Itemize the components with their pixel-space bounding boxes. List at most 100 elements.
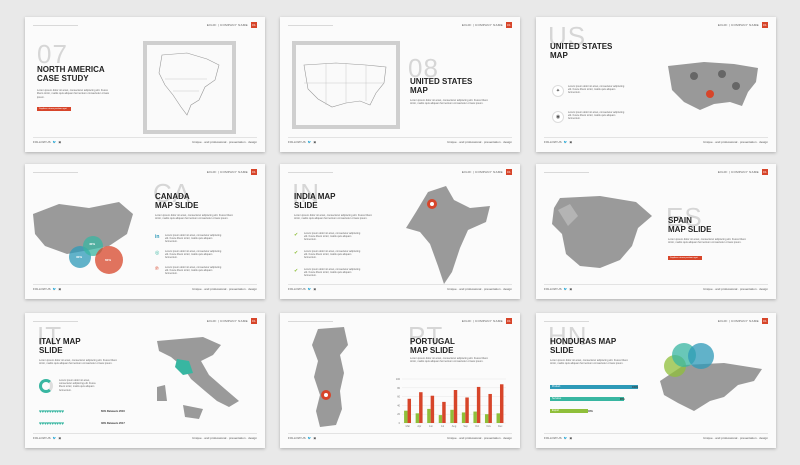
- title-line2: SLIDE: [294, 201, 318, 210]
- slide-header: EIGOI | COMPANY NAME 01: [207, 318, 257, 324]
- slide-footer: FOLLOW US 🐦 ▣ Unique · and professional · p…: [544, 433, 768, 440]
- body-text: Lorem ipsum dolor sit amet, consectetur …: [39, 359, 117, 366]
- slide-canada[interactable]: EIGOI | COMPANY NAME 01 30% 40% 60% CA CA…: [25, 164, 265, 299]
- company-name: EIGOI | COMPANY NAME: [206, 319, 248, 323]
- twitter-icon[interactable]: 🐦: [308, 287, 312, 291]
- company-name: EIGOI | COMPANY NAME: [461, 319, 503, 323]
- title-line2: CASE STUDY: [37, 74, 89, 83]
- twitter-icon[interactable]: 🐦: [308, 436, 312, 440]
- cta-button[interactable]: Dapibus rutrum pretium eget: [668, 256, 702, 260]
- point-text-2: Lorem ipsum dolor sit amet, consectetur …: [165, 250, 222, 260]
- us-outline-map: [292, 41, 400, 129]
- bar-series-1: [442, 401, 446, 423]
- slide-title: CANADA MAP SLIDE: [155, 192, 198, 210]
- slide-spain[interactable]: EIGOI | COMPANY NAME 01 ES SPAIN MAP SLIDE…: [536, 164, 776, 299]
- linkedin-icon[interactable]: ▣: [313, 287, 316, 291]
- north-america-map: [143, 41, 236, 134]
- twitter-icon[interactable]: 🐦: [53, 436, 57, 440]
- footer-tagline: Unique · and professional · presentation…: [192, 436, 257, 440]
- bar-export-value: 40%: [588, 409, 593, 413]
- twitter-icon[interactable]: 🐦: [308, 140, 312, 144]
- linkedin-icon: in: [155, 234, 160, 240]
- title-line2: MAP: [410, 86, 428, 95]
- linkedin-icon[interactable]: ▣: [58, 436, 61, 440]
- linkedin-icon[interactable]: ▣: [313, 140, 316, 144]
- title-line1: ITALY MAP: [39, 337, 81, 346]
- follow-label: FOLLOW US: [544, 287, 562, 291]
- slide-honduras[interactable]: EIGOI | COMPANY NAME 01 HN HONDURAS MAP SL…: [536, 313, 776, 448]
- follow-label: FOLLOW US: [33, 140, 51, 144]
- twitter-icon: ✦: [552, 85, 564, 97]
- footer-tagline: Unique · and professional · presentation…: [703, 140, 768, 144]
- slide-header: EIGOI | COMPANY NAME 01: [718, 169, 768, 175]
- slide-number-badge: 01: [251, 22, 257, 28]
- title-line1: UNITED STATES: [410, 77, 473, 86]
- title-line1: HONDURAS MAP: [550, 337, 617, 346]
- slide-title: HONDURAS MAP SLIDE: [550, 337, 616, 355]
- top-rule: [544, 172, 589, 173]
- twitter-icons-row-2: ♥♥♥♥♥♥♥♥♥♥: [39, 421, 64, 427]
- body-text: Lorem ipsum dolor sit amet, consectetur …: [294, 214, 372, 221]
- x-tick-label: Jul: [441, 425, 445, 428]
- company-name: EIGOI | COMPANY NAME: [461, 170, 503, 174]
- slide-header: EIGOI | COMPANY NAME 01: [207, 22, 257, 28]
- footer-tagline: Unique · and professional · presentation…: [447, 140, 512, 144]
- linkedin-icon[interactable]: ▣: [569, 140, 572, 144]
- title-line1: PORTUGAL: [410, 337, 455, 346]
- slide-title: NORTH AMERICA CASE STUDY: [37, 65, 105, 83]
- slide-title: PORTUGAL MAP SLIDE: [410, 337, 455, 355]
- follow-label: FOLLOW US: [544, 436, 562, 440]
- point-text-3: Lorem ipsum dolor sit amet, consectetur …: [304, 268, 361, 278]
- slide-italy[interactable]: EIGOI | COMPANY NAME 01 IT ITALY MAP SLIDE…: [25, 313, 265, 448]
- donut-gauge: [39, 379, 53, 393]
- bar-series-1: [407, 398, 412, 423]
- point-text-3: Lorem ipsum dolor sit amet, consectetur …: [165, 266, 222, 276]
- slide-number-badge: 01: [762, 22, 768, 28]
- bar-series-0: [496, 413, 500, 423]
- body-text: Lorem ipsum dolor sit amet, consectetur …: [668, 238, 746, 245]
- bar-series-1: [453, 390, 458, 423]
- bar-series-1: [465, 397, 469, 423]
- spain-map: [540, 188, 665, 288]
- linkedin-icon[interactable]: ▣: [58, 287, 61, 291]
- y-tick-label: 80: [397, 387, 400, 390]
- us-filled-map: [664, 52, 764, 122]
- bar-services-value: 85%: [620, 397, 625, 401]
- company-name: EIGOI | COMPANY NAME: [717, 319, 759, 323]
- twitter-icon[interactable]: 🐦: [53, 287, 57, 291]
- slide-us[interactable]: EIGOI | COMPANY NAME 01 US UNITED STATES M…: [536, 17, 776, 152]
- slide-north-america[interactable]: EIGOI | COMPANY NAME 01 07 NORTH AMERICA C…: [25, 17, 265, 152]
- bar-series-0: [461, 412, 466, 423]
- bar-series-0: [415, 413, 420, 423]
- linkedin-icon[interactable]: ▣: [569, 287, 572, 291]
- bubble-blue: [688, 343, 714, 369]
- bar-series-0: [404, 410, 408, 423]
- linkedin-icon[interactable]: ▣: [58, 140, 61, 144]
- slide-india[interactable]: EIGOI | COMPANY NAME 01 IN INDIA MAP SLIDE…: [280, 164, 520, 299]
- check-icon: ✔: [294, 232, 299, 238]
- twitter-icon[interactable]: 🐦: [53, 140, 57, 144]
- bar-series-0: [484, 414, 489, 423]
- linkedin-icon[interactable]: ▣: [569, 436, 572, 440]
- twitter-icon[interactable]: 🐦: [564, 436, 568, 440]
- bar-product: Product: [550, 385, 638, 389]
- bar-chart: 100 80 60 40 20 0 Mar Apr Jun Jul Aug Sep Oct Nov Dec: [396, 378, 506, 428]
- instagram-icon: ◉: [552, 111, 564, 123]
- twitter-icons-row-1: ♥♥♥♥♥♥♥♥♥♥: [39, 409, 64, 415]
- slide-header: EIGOI | COMPANY NAME 01: [718, 22, 768, 28]
- twitter-icon[interactable]: 🐦: [564, 140, 568, 144]
- y-tick-label: 60: [397, 396, 400, 399]
- slide-number-badge: 01: [251, 169, 257, 175]
- slide-us-map[interactable]: EIGOI | COMPANY NAME 01 08 UNITED STATES M…: [280, 17, 520, 152]
- linkedin-icon[interactable]: ▣: [313, 436, 316, 440]
- twitter-icon[interactable]: 🐦: [564, 287, 568, 291]
- point-text-1: Lorem ipsum dolor sit amet, consectetur …: [304, 232, 361, 242]
- cta-button[interactable]: Dapibus rutrum pretium eget: [37, 107, 71, 111]
- company-name: EIGOI | COMPANY NAME: [206, 23, 248, 27]
- bar-series-1: [476, 386, 481, 423]
- slide-header: EIGOI | COMPANY NAME 01: [718, 318, 768, 324]
- slide-portugal[interactable]: EIGOI | COMPANY NAME 01 PT PORTUGAL MAP SL…: [280, 313, 520, 448]
- slide-number-badge: 01: [251, 318, 257, 324]
- slide-footer: FOLLOW US 🐦 ▣ Unique · and professional · p…: [288, 433, 512, 440]
- x-tick-label: Oct: [475, 425, 479, 428]
